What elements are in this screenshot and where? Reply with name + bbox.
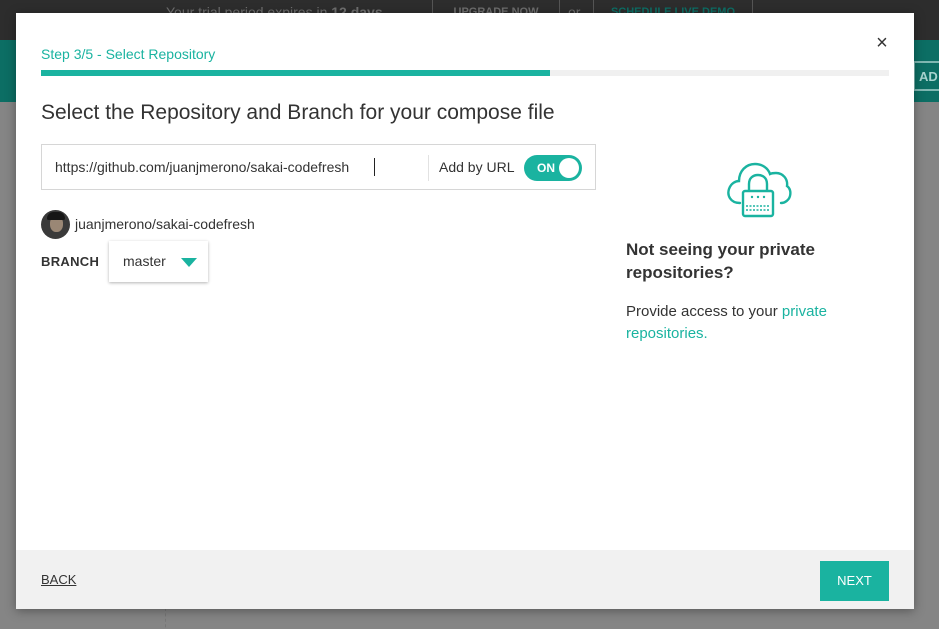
divider <box>428 155 429 181</box>
avatar <box>41 210 70 239</box>
step-label: Step 3/5 - Select Repository <box>41 46 216 62</box>
avatar-hair <box>47 212 65 220</box>
repository-name: juanjmerono/sakai-codefresh <box>75 216 255 232</box>
repository-url-input[interactable] <box>42 145 427 189</box>
content-card <box>165 608 905 629</box>
toggle-label: ON <box>537 161 555 175</box>
back-button[interactable]: BACK <box>41 572 76 587</box>
branch-dropdown[interactable]: master <box>109 241 208 282</box>
close-icon[interactable]: × <box>874 33 890 53</box>
add-by-url-label: Add by URL <box>439 159 515 175</box>
branch-label: BRANCH <box>41 254 100 269</box>
branch-value: master <box>123 253 166 269</box>
chevron-down-icon <box>181 258 197 267</box>
progress-bar <box>41 70 889 76</box>
next-button[interactable]: NEXT <box>820 561 889 601</box>
cloud-lock-icon <box>727 162 792 218</box>
private-repos-prefix: Provide access to your <box>626 303 782 320</box>
private-repos-text: Provide access to your private repositor… <box>626 301 886 345</box>
repository-url-field: Add by URL ON <box>41 144 596 190</box>
add-by-url-toggle[interactable]: ON <box>524 155 582 181</box>
private-repos-heading: Not seeing your private repositories? <box>626 240 815 282</box>
add-button: AD <box>913 61 939 91</box>
page-title: Select the Repository and Branch for you… <box>41 101 555 124</box>
modal-footer: BACK NEXT <box>16 550 914 609</box>
toggle-knob <box>559 158 579 178</box>
select-repository-modal: × Step 3/5 - Select Repository Select th… <box>16 13 914 609</box>
progress-fill <box>41 70 550 76</box>
text-cursor <box>374 158 375 176</box>
